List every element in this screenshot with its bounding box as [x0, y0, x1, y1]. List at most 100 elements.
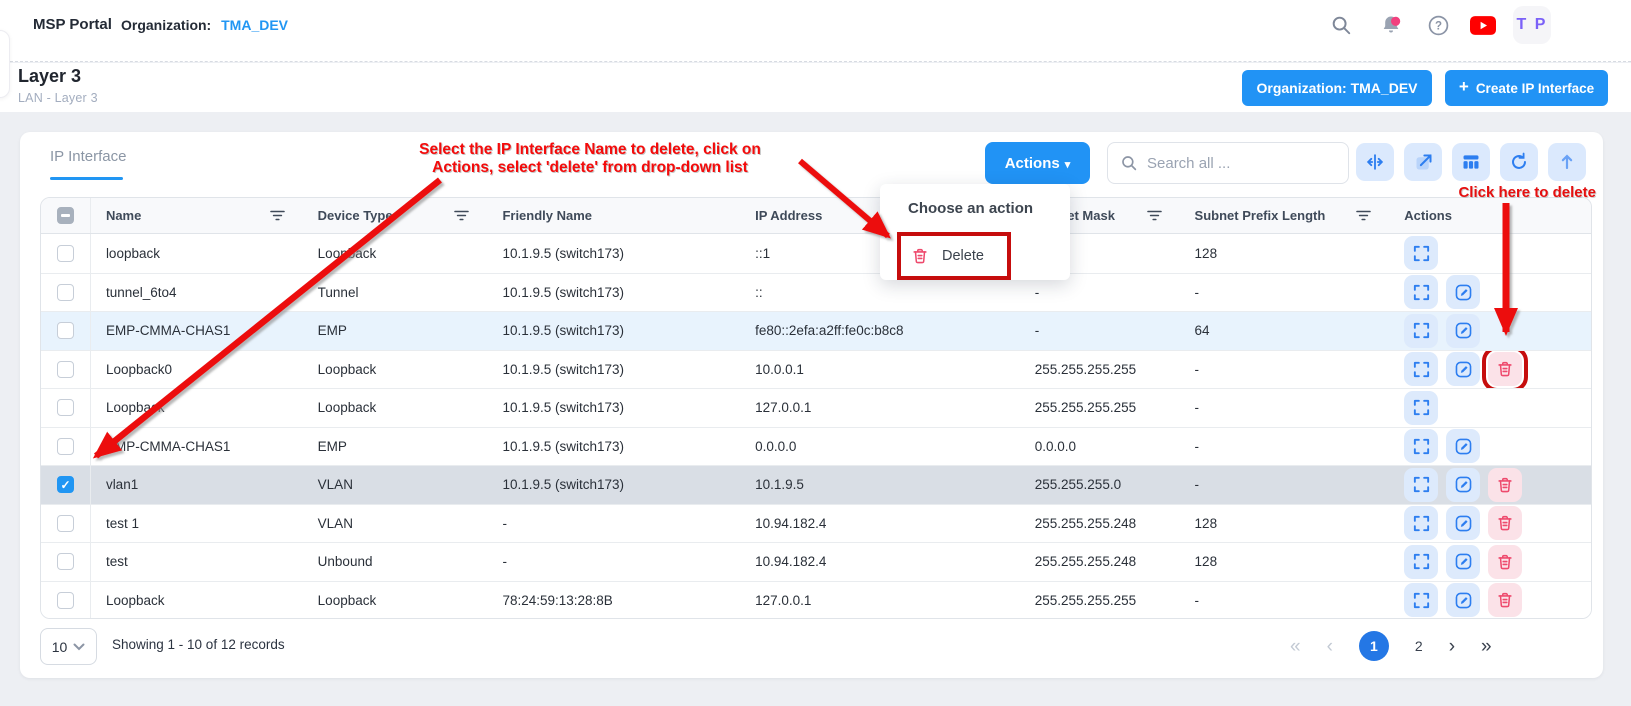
cell-subnet-prefix-length: 128 — [1195, 554, 1218, 569]
header-label: Actions — [1404, 208, 1452, 223]
row-checkbox[interactable] — [57, 361, 74, 378]
column-settings-button[interactable] — [1452, 143, 1490, 181]
select-all-checkbox[interactable] — [57, 207, 74, 224]
edit-row-button[interactable] — [1446, 314, 1480, 348]
expand-row-button[interactable] — [1404, 506, 1438, 540]
cell-subnet-mask: 255.255.255.255 — [1035, 593, 1136, 608]
help-icon[interactable]: ? — [1425, 12, 1451, 38]
cell-name: EMP-CMMA-CHAS1 — [106, 439, 231, 454]
row-checkbox[interactable] — [57, 284, 74, 301]
page-2-button[interactable]: 2 — [1415, 638, 1423, 654]
annotation-instruction: Select the IP Interface Name to delete, … — [390, 141, 790, 177]
filter-icon-button[interactable] — [1356, 209, 1371, 222]
expand-row-button[interactable] — [1404, 545, 1438, 579]
trash-icon — [1496, 476, 1514, 494]
search-icon[interactable] — [1328, 12, 1354, 38]
edit-icon — [1454, 591, 1473, 610]
edit-row-button[interactable] — [1446, 468, 1480, 502]
page-header: Layer 3 LAN - Layer 3 Organization: TMA_… — [0, 63, 1631, 112]
row-checkbox[interactable] — [57, 553, 74, 570]
expand-row-button[interactable] — [1404, 275, 1438, 309]
edit-row-button[interactable] — [1446, 506, 1480, 540]
edit-row-button[interactable] — [1446, 583, 1480, 617]
edit-row-button[interactable] — [1446, 352, 1480, 386]
edit-icon — [1454, 475, 1473, 494]
delete-row-button[interactable] — [1488, 583, 1522, 617]
cell-subnet-mask: - — [1035, 285, 1040, 300]
edit-icon — [1454, 437, 1473, 456]
row-checkbox[interactable] — [57, 399, 74, 416]
sidebar-toggle-tab[interactable] — [0, 30, 10, 98]
filter-icon-button[interactable] — [270, 209, 285, 222]
cell-subnet-mask: 0.0.0.0 — [1035, 439, 1076, 454]
last-page-button[interactable]: » — [1481, 637, 1492, 656]
user-avatar[interactable]: T P — [1513, 6, 1551, 44]
row-checkbox[interactable] — [57, 476, 74, 493]
header-label: IP Address — [755, 208, 822, 223]
edit-row-button[interactable] — [1446, 429, 1480, 463]
actions-button[interactable]: Actions▾ — [985, 142, 1090, 184]
expand-row-button[interactable] — [1404, 468, 1438, 502]
filter-icon-button[interactable] — [454, 209, 469, 222]
row-checkbox[interactable] — [57, 515, 74, 532]
table-row: testUnbound-10.94.182.4255.255.255.24812… — [41, 542, 1591, 581]
delete-row-button[interactable] — [1488, 352, 1522, 386]
next-page-button[interactable]: › — [1449, 637, 1455, 656]
search-input[interactable] — [1147, 155, 1332, 172]
page-size-select[interactable]: 10 — [40, 628, 97, 665]
ip-interface-card: IP Interface Actions▾ NameDevice TypeFri… — [20, 132, 1603, 678]
row-checkbox[interactable] — [57, 322, 74, 339]
export-button[interactable] — [1548, 143, 1586, 181]
row-checkbox[interactable] — [57, 438, 74, 455]
tab-ip-interface[interactable]: IP Interface — [50, 148, 126, 165]
cell-subnet-mask: 255.255.255.255 — [1035, 362, 1136, 377]
dropdown-item-delete[interactable]: Delete — [901, 236, 1007, 276]
cell-subnet-mask: 255.255.255.255 — [1035, 400, 1136, 415]
youtube-icon[interactable] — [1470, 12, 1496, 38]
expand-row-button[interactable] — [1404, 236, 1438, 270]
notifications-bell-icon[interactable] — [1378, 12, 1404, 38]
row-checkbox[interactable] — [57, 592, 74, 609]
table-row: tunnel_6to4Tunnel10.1.9.5 (switch173)::-… — [41, 273, 1591, 312]
edit-row-button[interactable] — [1446, 275, 1480, 309]
top-bar: MSP Portal Organization: TMA_DEV ? T P — [0, 0, 1631, 62]
expand-row-button[interactable] — [1404, 352, 1438, 386]
organization-button[interactable]: Organization: TMA_DEV — [1242, 70, 1432, 106]
cell-subnet-prefix-length: - — [1195, 593, 1200, 608]
cell-ip-address: :: — [755, 285, 763, 300]
dropdown-item-delete-label: Delete — [942, 248, 984, 264]
cell-friendly-name: - — [502, 516, 507, 531]
cell-subnet-prefix-length: - — [1195, 477, 1200, 492]
cell-subnet-mask: 255.255.255.248 — [1035, 516, 1136, 531]
delete-row-button[interactable] — [1488, 468, 1522, 502]
autofit-columns-button[interactable] — [1356, 143, 1394, 181]
create-ip-interface-label: Create IP Interface — [1476, 81, 1594, 96]
table-row: Loopback0Loopback10.1.9.5 (switch173)10.… — [41, 350, 1591, 389]
expand-icon — [1412, 514, 1431, 533]
delete-row-button[interactable] — [1488, 545, 1522, 579]
open-in-new-button[interactable] — [1404, 143, 1442, 181]
page-1-button[interactable]: 1 — [1359, 631, 1389, 661]
cell-name: tunnel_6to4 — [106, 285, 177, 300]
row-checkbox[interactable] — [57, 245, 74, 262]
refresh-button[interactable] — [1500, 143, 1538, 181]
organization-link[interactable]: TMA_DEV — [221, 17, 288, 33]
header-cell-name[interactable]: Name — [91, 198, 303, 233]
first-page-button[interactable]: « — [1290, 637, 1301, 656]
header-cell-device-type[interactable]: Device Type — [303, 198, 488, 233]
trash-icon — [1496, 514, 1514, 532]
delete-row-button[interactable] — [1488, 506, 1522, 540]
filter-icon-button[interactable] — [1147, 209, 1162, 222]
expand-row-button[interactable] — [1404, 583, 1438, 617]
header-cell-actions[interactable]: Actions — [1389, 198, 1591, 233]
prev-page-button[interactable]: ‹ — [1327, 637, 1333, 656]
header-cell-friendly-name[interactable]: Friendly Name — [487, 198, 740, 233]
edit-row-button[interactable] — [1446, 545, 1480, 579]
expand-row-button[interactable] — [1404, 391, 1438, 425]
expand-row-button[interactable] — [1404, 429, 1438, 463]
header-cell-subnet-prefix-length[interactable]: Subnet Prefix Length — [1180, 198, 1390, 233]
create-ip-interface-button[interactable]: + Create IP Interface — [1445, 70, 1608, 106]
expand-row-button[interactable] — [1404, 314, 1438, 348]
header-cell-select — [41, 198, 91, 233]
cell-ip-address: 10.0.0.1 — [755, 362, 804, 377]
